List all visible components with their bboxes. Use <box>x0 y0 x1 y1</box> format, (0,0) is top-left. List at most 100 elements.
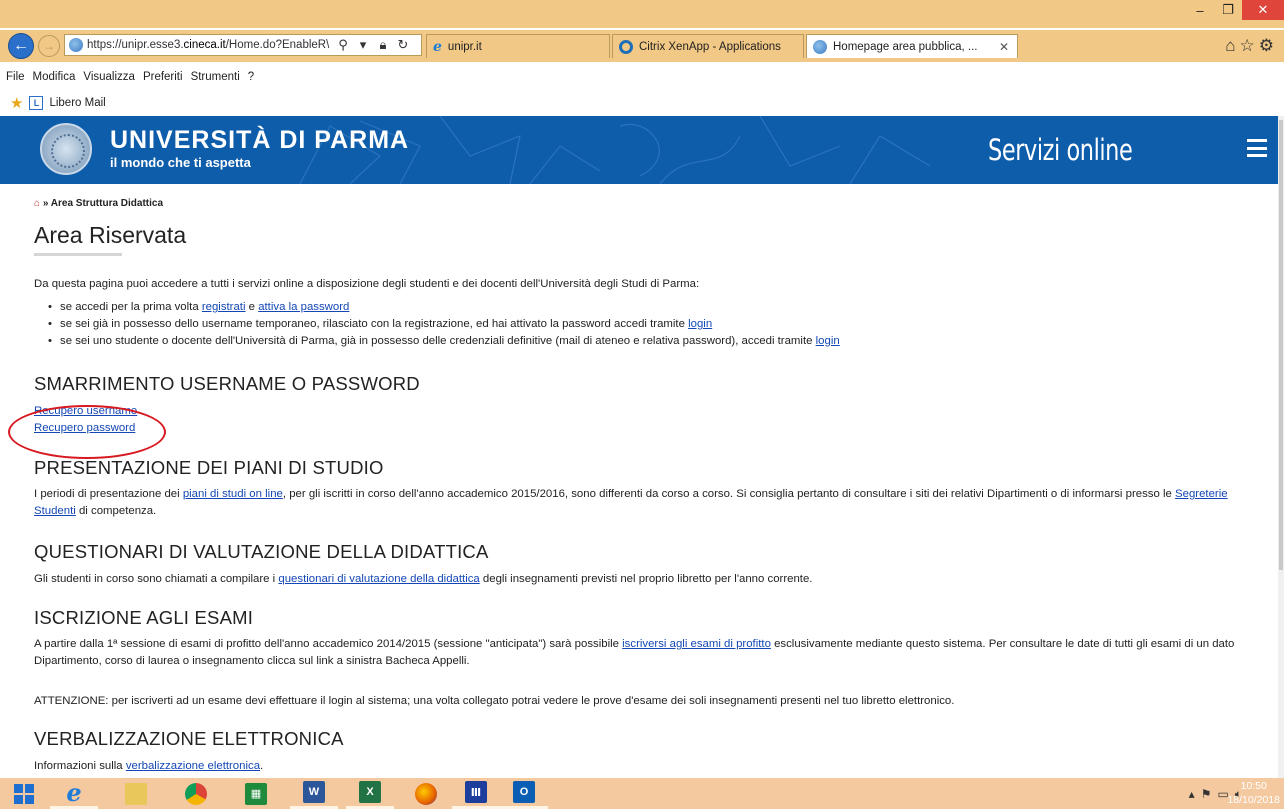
page-title: Area Riservata <box>34 222 187 248</box>
taskbar-outlook[interactable]: O <box>500 778 548 809</box>
taskbar-word[interactable]: W <box>290 778 338 809</box>
menu-preferiti[interactable]: Preferiti <box>143 71 183 89</box>
verbalizzazione-link[interactable]: verbalizzazione elettronica <box>126 760 260 772</box>
university-title[interactable]: UNIVERSITÀ DI PARMA <box>110 126 409 155</box>
clock-time: 10:50 <box>1240 780 1267 792</box>
flag-icon[interactable]: ⚑ <box>1201 787 1218 801</box>
globe-icon <box>813 39 827 54</box>
close-button[interactable]: ✕ <box>1242 0 1284 20</box>
dropdown-chevron-icon[interactable]: ▾ <box>355 37 371 53</box>
bullet-text: e <box>245 301 259 313</box>
tab-label: Homepage area pubblica, ... <box>833 40 978 53</box>
university-tagline: il mondo che ti aspetta <box>110 155 251 170</box>
browser-nav-row: ← → https://unipr.esse3.cineca.it/Home.d… <box>0 30 1284 62</box>
list-item: se accedi per la prima volta registrati … <box>48 299 840 316</box>
section-heading-smarrimento: SMARRIMENTO USERNAME O PASSWORD <box>34 373 420 394</box>
menu-bar: File Modifica Visualizza Preferiti Strum… <box>0 71 1284 89</box>
questionari-text: Gli studenti in corso sono chiamati a co… <box>34 571 1254 588</box>
start-button[interactable] <box>0 778 48 809</box>
tab-homepage[interactable]: Homepage area pubblica, ... ✕ <box>806 34 1018 58</box>
piani-text-part: , per gli iscritti in corso dell'anno ac… <box>282 488 1176 500</box>
menu-modifica[interactable]: Modifica <box>33 71 76 89</box>
taskbar-calculator[interactable]: ▦ <box>232 778 280 809</box>
site-header: UNIVERSITÀ DI PARMA il mondo che ti aspe… <box>0 116 1278 184</box>
taskbar-firefox[interactable] <box>402 778 450 809</box>
questionari-link[interactable]: questionari di valutazione della didatti… <box>278 573 479 585</box>
tray-chevron-icon[interactable]: ▴ <box>1189 787 1201 801</box>
libero-icon: L <box>29 96 44 110</box>
verbalizzazione-text: Informazioni sulla verbalizzazione elett… <box>34 758 1254 775</box>
registrati-link[interactable]: registrati <box>202 301 246 313</box>
intro-text: Da questa pagina puoi accedere a tutti i… <box>34 278 700 290</box>
taskbar-chrome[interactable] <box>172 778 220 809</box>
highlight-annotation-circle <box>8 405 166 459</box>
verbal-text-part: . <box>260 760 264 772</box>
add-favorite-star-icon[interactable]: ★ <box>10 94 23 112</box>
favorite-libero-mail[interactable]: Libero Mail <box>49 97 105 109</box>
url-domain: cineca.it <box>183 39 226 51</box>
bullet-text: se accedi per la prima volta <box>60 301 202 313</box>
outlook-icon: O <box>513 781 535 803</box>
window-controls: – ❐ ✕ <box>1186 0 1284 20</box>
menu-file[interactable]: File <box>6 71 25 89</box>
piani-text-part: di competenza. <box>75 505 157 517</box>
browser-titlebar: – ❐ ✕ <box>0 0 1284 28</box>
url-text[interactable]: https://unipr.esse3.cineca.it/Home.do?En… <box>87 39 331 51</box>
taskbar-internet-explorer[interactable]: e <box>50 778 98 809</box>
menu-strumenti[interactable]: Strumenti <box>191 71 240 89</box>
citrix-icon <box>619 39 633 54</box>
section-heading-verbalizzazione: VERBALIZZAZIONE ELETTRONICA <box>34 728 344 749</box>
taskbar-app[interactable]: Ⅲ <box>452 778 500 809</box>
globe-icon <box>69 38 83 52</box>
back-arrow-icon: ← <box>13 37 29 54</box>
word-icon: W <box>303 781 325 803</box>
questionari-text-part: degli insegnamenti previsti nel proprio … <box>479 573 813 585</box>
taskbar-excel[interactable]: X <box>346 778 394 809</box>
login-link[interactable]: login <box>688 318 712 330</box>
tab-close-icon[interactable]: ✕ <box>999 40 1009 54</box>
title-underline <box>34 253 122 256</box>
piani-text-part: I periodi di presentazione dei <box>34 488 183 500</box>
iscriversi-esami-link[interactable]: iscriversi agli esami di profitto <box>622 638 771 650</box>
back-button[interactable]: ← <box>8 33 34 59</box>
home-icon[interactable]: ⌂ <box>1225 36 1239 55</box>
breadcrumb: ⌂ » Area Struttura Didattica <box>34 198 164 209</box>
lock-icon[interactable]: 🔒︎ <box>375 37 391 53</box>
taskbar-file-explorer[interactable] <box>112 778 160 809</box>
scrollbar-thumb[interactable] <box>1279 120 1283 570</box>
login-link-definitive[interactable]: login <box>816 335 840 347</box>
forward-button[interactable]: → <box>38 35 60 57</box>
section-heading-esami: ISCRIZIONE AGLI ESAMI <box>34 607 254 628</box>
bullet-text: se sei già in possesso dello username te… <box>60 318 689 330</box>
list-item: se sei uno studente o docente dell'Unive… <box>48 333 840 350</box>
ie-toolbar-icons: ⌂☆⚙ <box>1225 36 1278 56</box>
questionari-text-part: Gli studenti in corso sono chiamati a co… <box>34 573 279 585</box>
attention-text: ATTENZIONE: per iscriverti ad un esame d… <box>34 695 955 707</box>
tab-label: unipr.it <box>447 40 482 53</box>
menu-visualizza[interactable]: Visualizza <box>83 71 135 89</box>
section-heading-piani: PRESENTAZIONE DEI PIANI DI STUDIO <box>34 457 384 478</box>
refresh-icon[interactable]: ↻ <box>395 37 411 53</box>
tab-citrix[interactable]: Citrix XenApp - Applications <box>612 34 804 58</box>
tab-label: Citrix XenApp - Applications <box>639 40 781 53</box>
search-icon[interactable]: ⚲ <box>335 37 351 53</box>
internet-explorer-icon: e <box>66 777 82 807</box>
piani-text: I periodi di presentazione dei piani di … <box>34 486 1254 520</box>
ie-icon: e <box>433 38 442 55</box>
esami-text-part: A partire dalla 1ª sessione di esami di … <box>34 638 623 650</box>
university-seal-logo[interactable] <box>40 123 92 175</box>
menu-help[interactable]: ? <box>248 71 254 89</box>
hamburger-menu-icon[interactable] <box>1247 139 1267 157</box>
minimize-button[interactable]: – <box>1186 0 1214 20</box>
taskbar-clock[interactable]: 10:50 18/10/2018 <box>1227 779 1280 807</box>
excel-icon: X <box>359 781 381 803</box>
address-bar[interactable]: https://unipr.esse3.cineca.it/Home.do?En… <box>64 34 422 56</box>
gear-icon[interactable]: ⚙ <box>1259 36 1278 55</box>
page-scrollbar[interactable] <box>1278 116 1284 778</box>
attiva-password-link[interactable]: attiva la password <box>258 301 349 313</box>
home-icon[interactable]: ⌂ <box>34 198 40 209</box>
tab-unipr[interactable]: e unipr.it <box>426 34 610 58</box>
maximize-button[interactable]: ❐ <box>1214 0 1242 20</box>
piani-online-link[interactable]: piani di studi on line <box>183 488 283 500</box>
favorites-star-icon[interactable]: ☆ <box>1240 36 1259 55</box>
